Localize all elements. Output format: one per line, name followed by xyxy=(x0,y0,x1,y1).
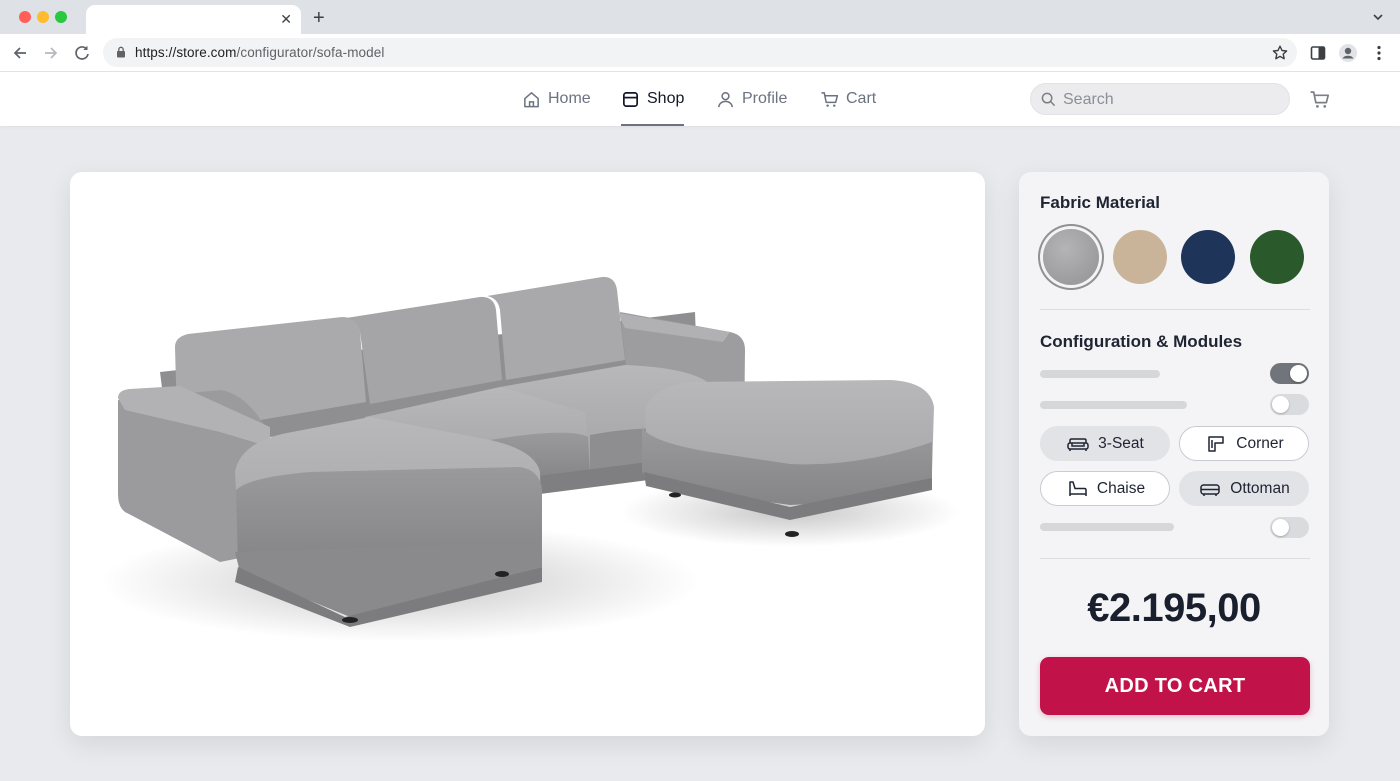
option-toggle-2[interactable] xyxy=(1270,394,1309,415)
nav-label-shop: Shop xyxy=(647,90,685,107)
nav-label-profile: Profile xyxy=(742,90,788,107)
add-to-cart-button[interactable]: ADD TO CART xyxy=(1040,657,1310,715)
reload-icon[interactable] xyxy=(72,43,92,63)
site-header: Home Shop Profile Cart xyxy=(0,72,1400,126)
search-box[interactable] xyxy=(1030,83,1290,115)
url-host: https://store.com xyxy=(135,45,237,60)
configurator-panel: Fabric Material Configuration & Modules … xyxy=(1019,172,1329,736)
sofa-icon xyxy=(1067,437,1089,451)
store-icon xyxy=(622,91,639,107)
corner-icon xyxy=(1208,435,1225,452)
tab-search-chevron-icon[interactable] xyxy=(1370,9,1386,25)
ottoman-icon xyxy=(1200,483,1221,496)
fabric-material-title: Fabric Material xyxy=(1040,193,1160,212)
option-toggle-3[interactable] xyxy=(1270,517,1309,538)
sofa-render-image xyxy=(100,276,960,642)
nav-item-shop[interactable]: Shop xyxy=(621,72,685,126)
home-icon xyxy=(524,91,539,107)
price-display: €2.195,00 xyxy=(1087,586,1261,630)
url-text: https://store.com/configurator/sofa-mode… xyxy=(135,45,384,60)
search-input[interactable] xyxy=(1063,90,1278,110)
swatch-green[interactable] xyxy=(1250,230,1304,284)
option-toggle-1[interactable] xyxy=(1270,363,1309,384)
option-label-placeholder xyxy=(1040,401,1187,409)
header-cart-icon[interactable] xyxy=(1309,89,1330,110)
back-arrow-icon[interactable] xyxy=(10,43,30,63)
new-tab-button[interactable]: + xyxy=(313,7,325,29)
window-close-button[interactable] xyxy=(19,11,31,23)
swatch-grey[interactable] xyxy=(1043,229,1099,285)
tab-close-icon[interactable]: ✕ xyxy=(280,11,292,27)
module-label: Ottoman xyxy=(1230,479,1290,497)
window-maximize-button[interactable] xyxy=(55,11,67,23)
cart-icon xyxy=(821,91,839,107)
swatch-navy[interactable] xyxy=(1181,230,1235,284)
user-icon xyxy=(718,91,733,107)
module-label: Corner xyxy=(1236,434,1284,452)
chaise-icon xyxy=(1069,480,1087,496)
configuration-modules-title: Configuration & Modules xyxy=(1040,332,1243,351)
module-label: Chaise xyxy=(1096,479,1146,497)
product-3d-viewer[interactable] xyxy=(70,172,985,736)
side-panel-icon[interactable] xyxy=(1308,43,1328,63)
toggle-knob xyxy=(1290,365,1307,382)
toggle-knob xyxy=(1272,519,1289,536)
module-ottoman-button[interactable]: Ottoman xyxy=(1179,471,1309,506)
browser-menu-icon[interactable] xyxy=(1369,43,1389,63)
address-bar[interactable]: https://store.com/configurator/sofa-mode… xyxy=(103,38,1297,67)
profile-avatar-icon[interactable] xyxy=(1338,43,1358,63)
toggle-knob xyxy=(1272,396,1289,413)
nav-item-cart[interactable]: Cart xyxy=(820,72,876,126)
forward-arrow-icon[interactable] xyxy=(41,43,61,63)
nav-label-home: Home xyxy=(548,90,591,107)
module-3-seat-button[interactable]: 3-Seat xyxy=(1040,426,1170,461)
option-label-placeholder xyxy=(1040,523,1174,531)
browser-tab-strip: ✕ + xyxy=(0,0,1400,34)
lock-icon xyxy=(117,46,125,58)
nav-item-profile[interactable]: Profile xyxy=(716,72,787,126)
browser-toolbar: https://store.com/configurator/sofa-mode… xyxy=(0,34,1400,72)
section-divider xyxy=(1040,558,1310,559)
search-icon xyxy=(1041,92,1056,107)
bookmark-star-icon[interactable] xyxy=(1271,44,1289,62)
option-label-placeholder xyxy=(1040,370,1160,378)
window-minimize-button[interactable] xyxy=(37,11,49,23)
nav-label-cart: Cart xyxy=(846,90,877,107)
browser-tab[interactable]: ✕ xyxy=(86,5,301,34)
module-label: 3-Seat xyxy=(1098,434,1144,452)
nav-item-home[interactable]: Home xyxy=(522,72,591,126)
url-path: /configurator/sofa-model xyxy=(236,45,385,60)
module-corner-button[interactable]: Corner xyxy=(1179,426,1309,461)
module-chaise-button[interactable]: Chaise xyxy=(1040,471,1170,506)
section-divider xyxy=(1040,309,1310,310)
swatch-beige[interactable] xyxy=(1113,230,1167,284)
